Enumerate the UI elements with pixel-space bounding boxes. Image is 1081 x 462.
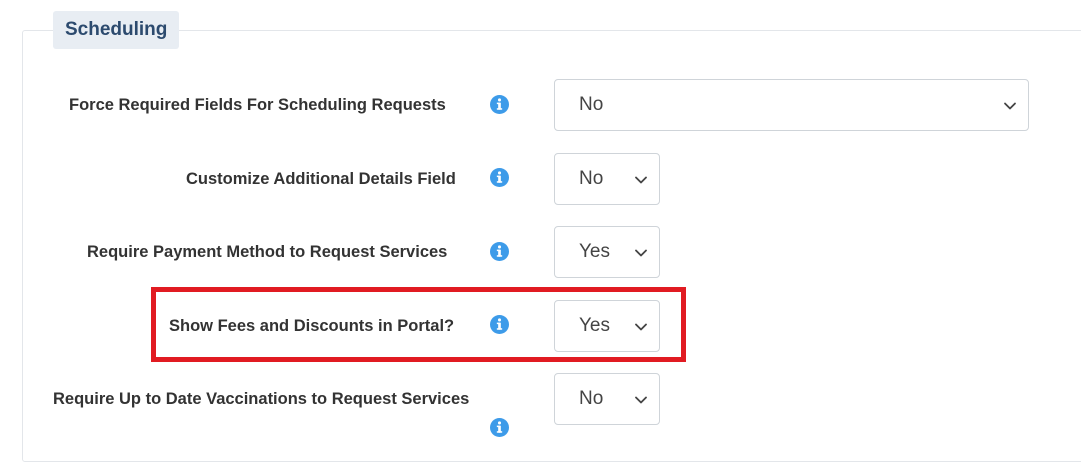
setting-label: Force Required Fields For Scheduling Req… bbox=[69, 96, 446, 114]
chevron-down-icon bbox=[635, 249, 647, 257]
info-icon[interactable] bbox=[490, 418, 509, 437]
chevron-down-icon bbox=[635, 176, 647, 184]
info-icon[interactable] bbox=[490, 168, 509, 187]
chevron-down-icon bbox=[635, 396, 647, 404]
force-required-fields-select[interactable]: No bbox=[554, 79, 1029, 131]
info-icon[interactable] bbox=[490, 95, 509, 114]
setting-label: Require Payment Method to Request Servic… bbox=[87, 243, 448, 261]
chevron-down-icon bbox=[1004, 102, 1016, 110]
customize-details-select[interactable]: No bbox=[554, 153, 660, 205]
select-value: No bbox=[579, 94, 604, 115]
setting-label: Require Up to Date Vaccinations to Reque… bbox=[53, 390, 470, 408]
select-value: No bbox=[579, 168, 604, 189]
section-title: Scheduling bbox=[53, 11, 180, 49]
info-icon[interactable] bbox=[490, 242, 509, 261]
setting-label: Customize Additional Details Field bbox=[186, 170, 456, 188]
select-value: Yes bbox=[579, 241, 610, 262]
payment-method-select[interactable]: Yes bbox=[554, 226, 660, 278]
highlight-box bbox=[151, 287, 686, 362]
select-value: No bbox=[579, 388, 604, 409]
vaccinations-select[interactable]: No bbox=[554, 373, 660, 425]
